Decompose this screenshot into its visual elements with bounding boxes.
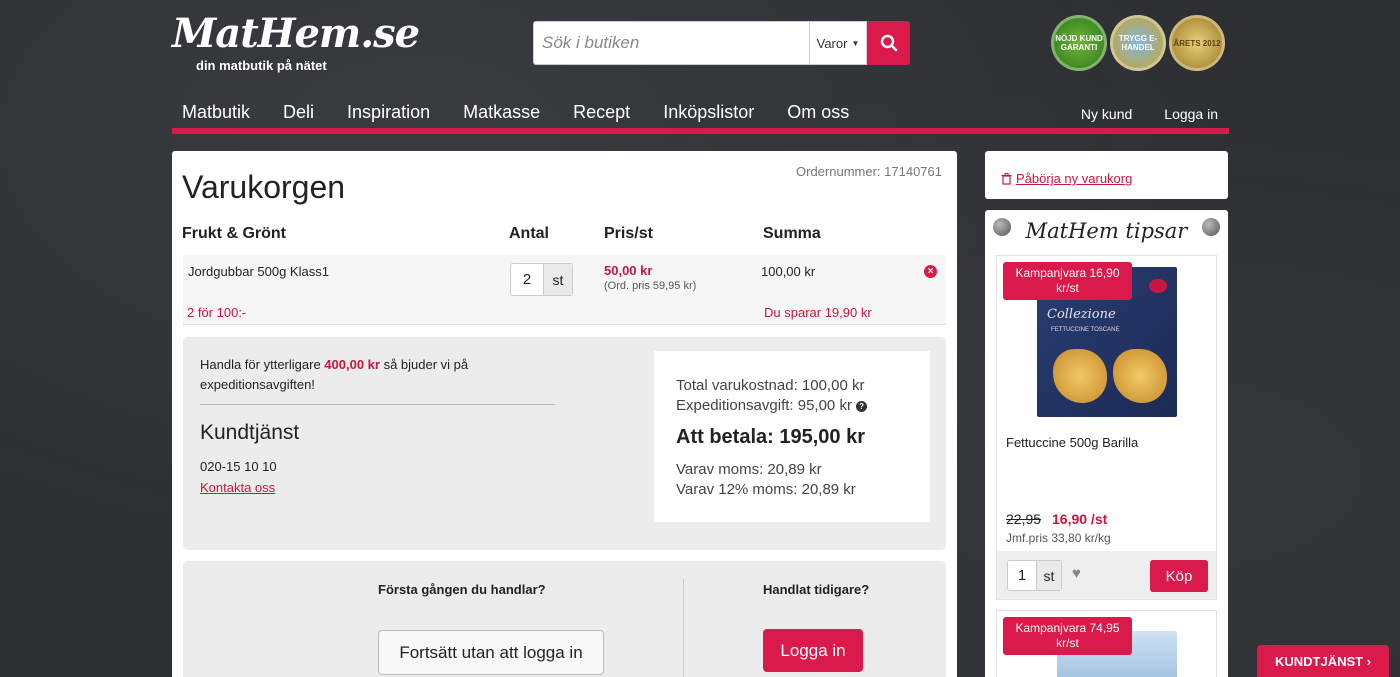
pasta-image: [1113, 349, 1167, 403]
chevron-down-icon: ▼: [851, 38, 860, 48]
search-category-label: Varor: [816, 35, 848, 51]
nav-item-matbutik[interactable]: Matbutik: [182, 102, 250, 123]
quantity-input[interactable]: 2: [511, 264, 543, 295]
new-cart-panel: Påbörja ny varukorg: [985, 151, 1228, 199]
pasta-image: [1053, 349, 1107, 403]
free-fee-message: Handla för ytterligare 400,00 kr så bjud…: [200, 355, 540, 395]
logo-tagline: din matbutik på nätet: [196, 58, 327, 73]
login-link[interactable]: Logga in: [1164, 106, 1218, 122]
quantity-stepper[interactable]: 2 st: [510, 263, 573, 296]
product-actions: 1 st ♥ Köp: [997, 551, 1216, 599]
nav-item-inkopslistor[interactable]: Inköpslistor: [663, 102, 754, 123]
header-price: Pris/st: [604, 225, 653, 242]
search-button[interactable]: [867, 21, 910, 65]
trash-icon: [1001, 172, 1012, 185]
buy-button[interactable]: Köp: [1150, 560, 1208, 592]
badge-trygg-ehandel[interactable]: TRYGG E-HANDEL: [1110, 15, 1166, 71]
heart-icon[interactable]: ♥: [1072, 565, 1081, 582]
comparison-price: Jmf.pris 33,80 kr/kg: [1006, 531, 1111, 545]
promo-badge: Kampanjvara 74,95 kr/st: [1003, 617, 1132, 655]
search-category-select[interactable]: Varor ▼: [809, 21, 867, 65]
quantity-unit: st: [1036, 561, 1061, 590]
customer-service-tab[interactable]: KUNDTJÄNST ›: [1257, 645, 1389, 677]
amount-to-pay: Att betala: 195,00 kr: [676, 426, 865, 448]
page-title: Varukorgen: [182, 169, 346, 205]
nav-item-om-oss[interactable]: Om oss: [787, 102, 849, 123]
nav-item-matkasse[interactable]: Matkasse: [463, 102, 540, 123]
trust-badges: NÖJD KUND GARANTI TRYGG E-HANDEL ÅRETS 2…: [1051, 15, 1225, 71]
new-customer-link[interactable]: Ny kund: [1081, 106, 1132, 122]
login-button[interactable]: Logga in: [763, 629, 863, 672]
first-time-heading: Första gången du handlar?: [378, 582, 546, 597]
fee-message-amount: 400,00 kr: [324, 357, 380, 372]
nav-item-recept[interactable]: Recept: [573, 102, 630, 123]
search-icon: [880, 34, 897, 52]
promo-badge: Kampanjvara 16,90 kr/st: [1003, 262, 1132, 300]
quantity-input[interactable]: 1: [1008, 561, 1036, 590]
nav-item-inspiration[interactable]: Inspiration: [347, 102, 430, 123]
product-card: Kampanjvara 74,95 kr/st: [996, 610, 1217, 677]
contact-us-link[interactable]: Kontakta oss: [200, 480, 275, 495]
cart-row: Jordgubbar 500g Klass1 2 st 50,00 kr (Or…: [183, 255, 946, 325]
header-qty: Antal: [509, 225, 549, 242]
product-name[interactable]: Jordgubbar 500g Klass1: [188, 264, 329, 279]
main-nav: Matbutik Deli Inspiration Matkasse Recep…: [172, 96, 1229, 134]
ordinary-price: (Ord. pris 59,95 kr): [604, 280, 697, 292]
continue-as-guest-button[interactable]: Fortsätt utan att logga in: [378, 630, 604, 675]
order-number: Ordernummer: 17140761: [796, 164, 942, 179]
customer-service-title: Kundtjänst: [200, 421, 300, 444]
new-cart-label: Påbörja ny varukorg: [1016, 171, 1133, 186]
product-image-subtitle: FETTUCCINE TOSCANE: [1051, 327, 1120, 333]
badge-nojd-kund[interactable]: NÖJD KUND GARANTI: [1051, 15, 1107, 71]
checkout-login-box: Första gången du handlar? Handlat tidiga…: [183, 561, 946, 677]
help-icon[interactable]: ?: [856, 401, 868, 412]
unit-price: 50,00 kr: [604, 263, 653, 278]
new-cart-link[interactable]: Påbörja ny varukorg: [1001, 171, 1132, 186]
totals-box: Total varukostnad: 100,00 kr Expeditions…: [654, 351, 930, 522]
header-category: Frukt & Grönt: [182, 225, 286, 242]
nav-item-deli[interactable]: Deli: [283, 102, 314, 123]
row-sum: 100,00 kr: [761, 264, 816, 279]
returning-heading: Handlat tidigare?: [763, 582, 870, 597]
tips-panel: MatHem tipsar Kampanjvara 16,90 kr/st Co…: [985, 210, 1228, 677]
tips-title: MatHem tipsar: [1025, 219, 1188, 243]
search-input[interactable]: Sök i butiken: [533, 21, 809, 65]
customer-service-phone: 020-15 10 10: [200, 459, 277, 474]
saving-text: Du sparar 19,90 kr: [764, 305, 872, 320]
product-name[interactable]: Fettuccine 500g Barilla: [1006, 435, 1138, 450]
brand-logo: [1149, 279, 1167, 293]
divider: [683, 579, 684, 677]
header-sum: Summa: [763, 225, 821, 242]
delivery-fee-line: Expeditionsavgift: 95,00 kr ?: [676, 396, 908, 416]
delivery-fee: Expeditionsavgift: 95,00 kr: [676, 397, 852, 414]
summary-box: Handla för ytterligare 400,00 kr så bjud…: [183, 337, 946, 550]
product-image-title: Collezione: [1047, 307, 1116, 322]
cart-panel: Ordernummer: 17140761 Varukorgen Frukt &…: [172, 151, 957, 677]
vat-total: Varav moms: 20,89 kr: [676, 461, 822, 478]
remove-item-icon[interactable]: ×: [924, 265, 937, 278]
total-goods: Total varukostnad: 100,00 kr: [676, 377, 865, 394]
logo[interactable]: MatHem.se din matbutik på nätet: [172, 10, 420, 74]
vat-12: Varav 12% moms: 20,89 kr: [676, 481, 856, 498]
logo-text: MatHem.se: [172, 10, 420, 57]
quantity-stepper[interactable]: 1 st: [1007, 560, 1062, 591]
campaign-price: 16,90 /st: [1052, 511, 1108, 527]
quantity-unit: st: [543, 264, 572, 295]
divider: [200, 404, 555, 405]
product-card: Kampanjvara 16,90 kr/st Collezione FETTU…: [996, 255, 1217, 600]
deal-text: 2 för 100:-: [187, 305, 247, 320]
fee-message-prefix: Handla för ytterligare: [200, 357, 325, 372]
old-price: 22,95: [1006, 511, 1042, 527]
badge-award[interactable]: ÅRETS 2012: [1169, 15, 1225, 71]
search-bar: Sök i butiken Varor ▼: [533, 21, 910, 65]
